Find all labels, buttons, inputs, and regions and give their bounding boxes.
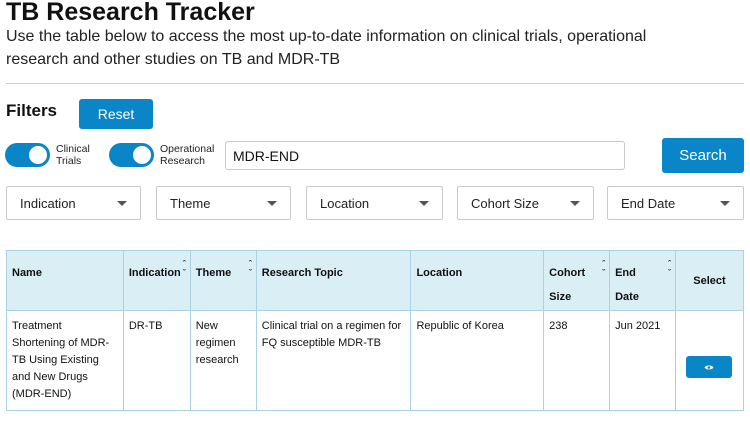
header-label: End Date [615, 261, 639, 309]
table-header-row: Name Indication ˆˇ Theme ˆˇ Research Top… [6, 250, 745, 311]
cell-cohort-size: 238 [543, 310, 611, 411]
filters-label: Filters [6, 101, 58, 120]
sort-arrows-icon[interactable]: ˆˇ [668, 260, 671, 278]
cohort-size-dropdown[interactable]: Cohort Size [457, 186, 594, 220]
column-header-cohort-size[interactable]: Cohort Size ˆˇ [543, 250, 611, 311]
end-date-dropdown[interactable]: End Date [607, 186, 744, 220]
header-label-line: Date [615, 291, 639, 303]
column-header-end-date[interactable]: End Date ˆˇ [609, 250, 676, 311]
column-header-theme[interactable]: Theme ˆˇ [189, 250, 257, 311]
cell-theme: New regimen research [189, 310, 257, 411]
header-label: Indication [128, 267, 181, 279]
caret-down-icon [117, 201, 127, 206]
dropdown-label: Location [320, 195, 370, 211]
cell-location: Republic of Korea [410, 310, 545, 411]
header-divider [6, 83, 744, 84]
operational-research-toggle[interactable] [109, 143, 154, 167]
header-label-line: Size [549, 291, 572, 303]
header-label-line: End [615, 267, 636, 279]
caret-down-icon [419, 201, 429, 206]
toggle-knob [133, 146, 151, 164]
dropdown-label: End Date [621, 195, 676, 211]
column-header-name: Name [6, 250, 124, 311]
search-button[interactable]: Search [662, 138, 744, 173]
column-header-location: Location [410, 250, 545, 311]
cell-select [674, 310, 745, 411]
dropdown-label: Cohort Size [471, 195, 539, 211]
clinical-trials-label: Clinical Trials [56, 143, 116, 167]
toggle-label-line: Research [160, 155, 205, 167]
toggle-label-line: Clinical [56, 143, 90, 155]
toggle-label-line: Trials [56, 155, 82, 167]
column-header-indication[interactable]: Indication ˆˇ [122, 250, 191, 311]
header-label: Name [12, 267, 42, 279]
header-label: Select [693, 275, 726, 287]
header-label: Research Topic [261, 267, 343, 279]
sort-arrows-icon[interactable]: ˆˇ [602, 260, 605, 278]
header-label: Location [416, 267, 463, 279]
header-label-line: Cohort [549, 267, 586, 279]
indication-dropdown[interactable]: Indication [6, 186, 141, 220]
cell-end-date: Jun 2021 [609, 310, 676, 411]
header-label: Theme [195, 267, 232, 279]
eye-icon [704, 364, 714, 370]
theme-dropdown[interactable]: Theme [156, 186, 291, 220]
results-table: Name Indication ˆˇ Theme ˆˇ Research Top… [6, 250, 745, 411]
search-input[interactable] [225, 141, 625, 170]
header-label: Cohort Size [549, 261, 585, 309]
sort-arrows-icon[interactable]: ˆˇ [183, 260, 186, 278]
caret-down-icon [720, 201, 730, 206]
toggle-label-line: Operational [160, 143, 215, 155]
dropdown-label: Theme [170, 195, 211, 211]
dropdown-label: Indication [20, 195, 76, 211]
reset-button[interactable]: Reset [79, 99, 153, 129]
toggle-knob [29, 146, 47, 164]
sort-arrows-icon[interactable]: ˆˇ [249, 260, 252, 278]
page-title: TB Research Tracker [6, 0, 255, 26]
column-header-select: Select [674, 250, 745, 311]
location-dropdown[interactable]: Location [306, 186, 443, 220]
caret-down-icon [267, 201, 277, 206]
view-button[interactable] [686, 356, 733, 378]
cell-research-topic: Clinical trial on a regimen for FQ susce… [255, 310, 412, 411]
caret-down-icon [570, 201, 580, 206]
cell-indication: DR-TB [122, 310, 191, 411]
table-row: Treatment Shortening of MDR-TB Using Exi… [6, 310, 745, 411]
column-header-research-topic: Research Topic [255, 250, 412, 311]
cell-name: Treatment Shortening of MDR-TB Using Exi… [6, 310, 124, 411]
page-subtitle: Use the table below to access the most u… [6, 28, 647, 68]
operational-research-label: Operational Research [160, 143, 220, 167]
clinical-trials-toggle[interactable] [5, 143, 50, 167]
